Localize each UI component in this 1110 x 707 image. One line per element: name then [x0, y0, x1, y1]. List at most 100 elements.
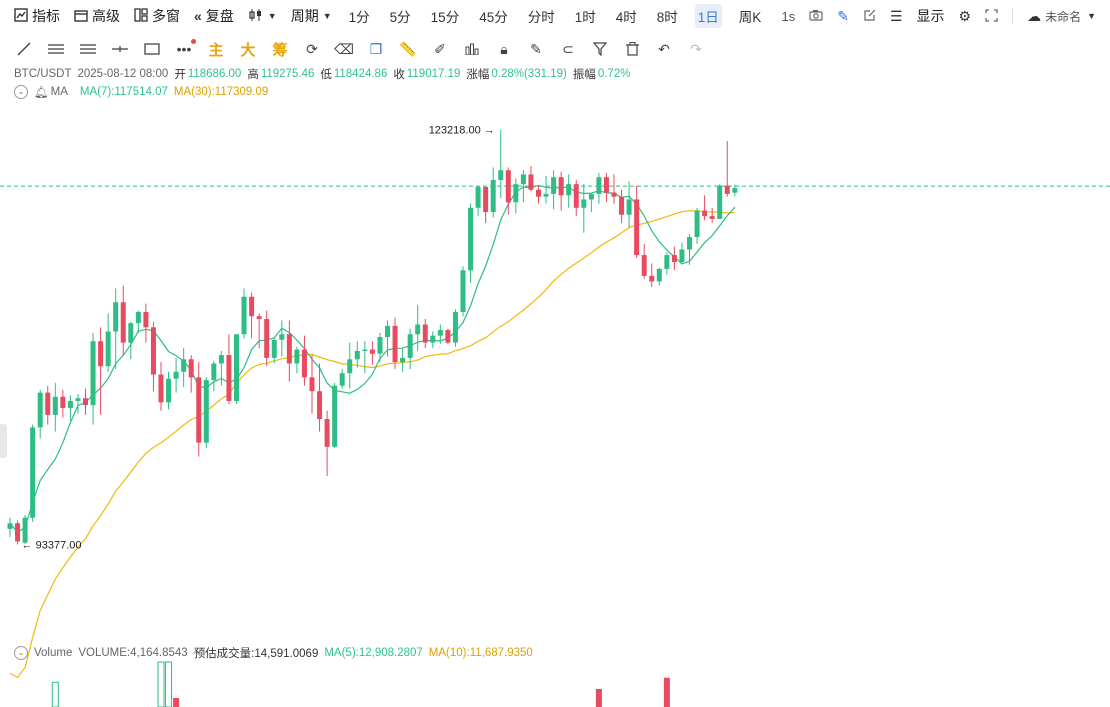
collapse-icon[interactable]: ⌄	[14, 85, 28, 99]
low-value: 118424.86	[333, 68, 388, 80]
indicator-button[interactable]: 指标	[14, 6, 60, 26]
lock-icon[interactable]: 🔒︎	[488, 35, 520, 63]
high-label: 高	[247, 69, 259, 81]
period-1d[interactable]: 1日	[694, 4, 722, 28]
candle-body	[407, 334, 413, 358]
period-5m[interactable]: 5分	[387, 4, 414, 28]
unnamed-label[interactable]: 未命名	[1045, 8, 1081, 25]
trend-line-icon[interactable]	[8, 35, 40, 63]
magnet-icon[interactable]: ⊂	[552, 35, 584, 63]
candle-body	[679, 249, 685, 262]
camera-icon[interactable]	[809, 9, 823, 23]
candle-body	[687, 236, 692, 250]
grid-icon	[134, 8, 148, 24]
replay-button[interactable]: « 复盘	[194, 6, 234, 26]
volume-bar	[165, 661, 173, 707]
volume-ma10: MA(10):11,687.9350	[428, 647, 533, 659]
pencil-icon[interactable]: ✎	[837, 9, 849, 23]
period-timeshare[interactable]: 分时	[525, 4, 558, 28]
settings-icon[interactable]: ⚙	[959, 9, 972, 23]
rectangle-icon[interactable]	[136, 35, 168, 63]
period-1w[interactable]: 周K	[736, 4, 765, 28]
candle-body	[664, 255, 670, 269]
sync-icon[interactable]: ⟳	[296, 35, 328, 63]
period-button[interactable]: 周期 ▼	[291, 6, 332, 26]
candle-body	[641, 255, 647, 276]
fullscreen-icon[interactable]	[985, 8, 998, 24]
ma-label[interactable]: MA	[51, 86, 68, 98]
more-icon[interactable]: •••	[168, 35, 200, 63]
chart-type-button[interactable]: ▼	[248, 8, 277, 24]
period-1h[interactable]: 1时	[572, 4, 599, 28]
list-icon[interactable]: ☰	[890, 9, 903, 23]
redo-icon[interactable]: ↷	[680, 35, 712, 63]
note-icon[interactable]: ✎	[520, 35, 552, 63]
display-label[interactable]: 显示	[917, 6, 945, 26]
big-order-tool[interactable]: 大	[232, 35, 264, 63]
open-value: 118686.00	[187, 68, 242, 80]
period-4h[interactable]: 4时	[613, 4, 640, 28]
candle-body	[558, 177, 564, 196]
period-45m[interactable]: 45分	[476, 4, 511, 28]
interval-label[interactable]: 1s	[781, 9, 795, 24]
bell-icon[interactable]: 🔔︎	[34, 85, 49, 99]
candle-body	[22, 517, 28, 543]
volume-bar	[157, 661, 165, 707]
candle-body	[573, 184, 579, 208]
undo-icon[interactable]: ↶	[648, 35, 680, 63]
period-label: 周期	[290, 8, 319, 24]
bar-compare-icon[interactable]	[456, 35, 488, 63]
candle-body	[309, 377, 315, 392]
main-force-tool[interactable]: 主	[200, 35, 232, 63]
candle-body	[452, 312, 458, 343]
period-15m[interactable]: 15分	[428, 4, 463, 28]
chevron-down-icon[interactable]: ▼	[1087, 11, 1096, 21]
period-8h[interactable]: 8时	[654, 4, 681, 28]
export-icon[interactable]	[863, 9, 876, 24]
eraser-icon[interactable]: ⌫	[328, 35, 360, 63]
candle-body	[490, 179, 496, 212]
volume-value: VOLUME:4,164.8543	[78, 647, 188, 659]
candle-body	[143, 312, 149, 328]
date-label: 2025-08-12 08:00	[77, 68, 169, 80]
candlestick-chart[interactable]: 123218.00 → ← 93377.00	[0, 0, 1110, 707]
ruler-icon[interactable]: 📏	[392, 35, 424, 63]
copy-icon[interactable]: ❐	[360, 35, 392, 63]
candle-body	[566, 184, 572, 196]
side-panel-handle[interactable]	[0, 424, 7, 458]
collapse-icon[interactable]: ⌄	[14, 646, 28, 660]
filter-icon[interactable]	[584, 35, 616, 63]
chevron-down-icon: ▼	[322, 10, 332, 21]
candle-body	[181, 359, 187, 372]
candle-body	[249, 296, 255, 317]
candle-body	[581, 199, 587, 208]
candle-body	[717, 185, 723, 219]
brush-icon[interactable]: ✐	[424, 35, 456, 63]
close-label: 收	[393, 69, 405, 81]
rewind-icon: «	[194, 8, 202, 24]
advanced-button[interactable]: 高级	[74, 6, 120, 26]
period-1m[interactable]: 1分	[346, 4, 373, 28]
candle-body	[611, 192, 617, 197]
candlestick-icon	[248, 8, 264, 24]
multi-window-button[interactable]: 多窗	[134, 6, 180, 26]
ohlc-info-line: BTC/USDT 2025-08-12 08:00 开 118686.00 高 11…	[14, 66, 630, 82]
candle-body	[324, 419, 330, 447]
channel-icon[interactable]	[72, 35, 104, 63]
parallel-lines-icon[interactable]	[40, 35, 72, 63]
replay-label: 复盘	[205, 8, 234, 24]
candle-body	[415, 324, 421, 335]
advanced-icon	[74, 8, 88, 24]
horizontal-line-icon[interactable]	[104, 35, 136, 63]
max-price-label: 123218.00 →	[429, 125, 495, 137]
volume-label[interactable]: Volume	[34, 647, 72, 659]
candle-body	[37, 392, 43, 428]
candle-body	[286, 334, 292, 364]
candle-body	[120, 302, 126, 343]
candle-body	[656, 268, 662, 282]
low-label: 低	[320, 69, 332, 81]
indicator-label: 指标	[32, 8, 60, 24]
high-value: 119275.46	[260, 68, 315, 80]
trash-icon[interactable]	[616, 35, 648, 63]
chip-distribution-tool[interactable]: 筹	[264, 35, 296, 63]
